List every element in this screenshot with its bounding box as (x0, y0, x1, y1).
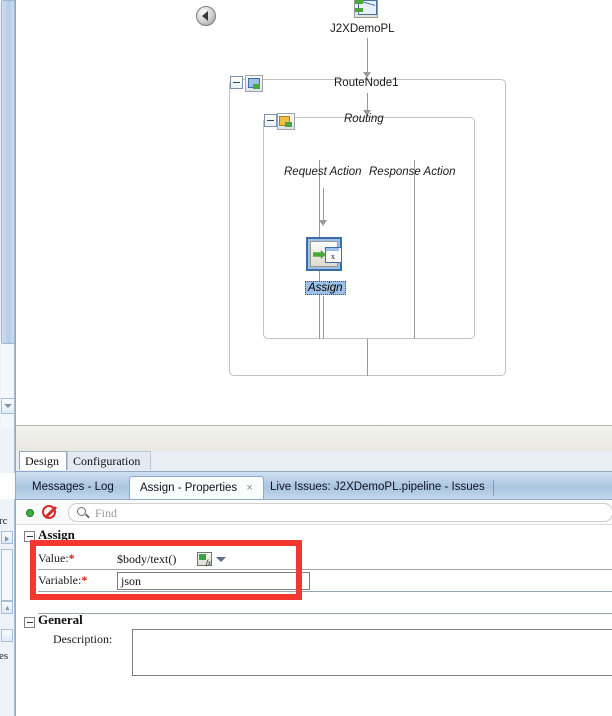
connector-assign-down (323, 296, 324, 339)
variable-required-mark: * (81, 573, 88, 587)
tab-design[interactable]: Design (19, 451, 67, 470)
no-entry-icon[interactable] (42, 505, 56, 519)
assign-section-bottom-rule (38, 591, 612, 614)
connector-request-to-assign (323, 188, 324, 224)
scrollbar-thumb[interactable] (1, 0, 15, 344)
request-action-label: Request Action (284, 166, 362, 178)
tab-messages-log[interactable]: Messages - Log (22, 476, 124, 500)
value-label-text: Value: (38, 551, 69, 565)
value-field-text[interactable]: $body/text() (117, 552, 176, 567)
routing-collapse-toggle[interactable] (264, 114, 277, 127)
response-action-label: Response Action (369, 166, 456, 178)
app-window: J2XDemoPL RouteNode1 Routing Request Act… (0, 0, 612, 716)
tab-live-issues[interactable]: Live Issues: J2XDemoPL.pipeline - Issues (260, 476, 495, 500)
column-divider-response (414, 160, 415, 339)
find-input[interactable]: Find (68, 503, 612, 522)
description-label-text: Description: (53, 632, 113, 646)
back-circle-icon[interactable] (196, 6, 216, 26)
route-node-label: RouteNode1 (334, 77, 399, 89)
route-node-icon[interactable] (245, 75, 263, 92)
general-section-header: General (38, 612, 83, 627)
variable-label: Variable:* (38, 573, 87, 588)
close-icon[interactable]: × (246, 477, 252, 499)
assign-section-header: Assign (38, 527, 75, 542)
description-label: Description: (53, 632, 112, 647)
routing-group-box (263, 117, 475, 339)
tab-configuration[interactable]: Configuration (67, 451, 151, 470)
value-label: Value:* (38, 551, 75, 566)
green-status-dot-icon (26, 509, 34, 517)
tab-assign-properties[interactable]: Assign - Properties × (129, 476, 264, 500)
background-fragment-top: rc (0, 515, 8, 527)
view-tab-bar[interactable]: Messages - Log Assign - Properties × Liv… (15, 471, 612, 500)
background-scroll-up-button[interactable] (1, 531, 13, 544)
assign-section-toggle[interactable] (24, 531, 35, 542)
search-icon (77, 507, 86, 516)
connector-service-to-routenode (367, 38, 368, 74)
service-node-label: J2XDemoPL (330, 23, 395, 35)
xquery-function-icon[interactable] (197, 552, 212, 567)
routing-label: Routing (344, 113, 384, 125)
routing-icon[interactable] (277, 113, 295, 130)
scrollbar-trough[interactable] (1, 344, 13, 429)
background-fragment-bottom: es (0, 650, 9, 662)
assign-action-node[interactable]: x (306, 237, 342, 271)
find-placeholder: Find (95, 506, 118, 520)
tab-assign-properties-label: Assign - Properties (140, 482, 238, 494)
connector-routing-bottom (367, 339, 368, 376)
pipeline-diagram-canvas[interactable]: J2XDemoPL RouteNode1 Routing Request Act… (15, 0, 612, 425)
assign-properties-panel: Find Assign Value:* $body/text() Variabl… (15, 499, 612, 716)
background-scroll-down-button[interactable]: ▲ (1, 601, 13, 614)
tab-messages-log-label: Messages - Log (32, 481, 114, 493)
value-required-mark: * (68, 551, 75, 565)
tab-bar-separator (493, 480, 494, 496)
description-textarea[interactable] (132, 629, 612, 676)
find-toolbar: Find (16, 500, 612, 525)
scrollbar-down-arrow[interactable] (1, 398, 15, 414)
canvas-vertical-scrollbar[interactable] (0, 0, 15, 473)
tab-live-issues-label: Live Issues: J2XDemoPL.pipeline - Issues (270, 481, 485, 493)
chevron-down-icon[interactable] (216, 557, 226, 562)
editor-tab-bar[interactable]: Design Configuration (15, 451, 612, 471)
background-panel-button[interactable] (1, 629, 13, 642)
variable-input[interactable]: json (117, 572, 310, 590)
envelope-service-icon[interactable] (354, 0, 378, 19)
general-section-toggle[interactable] (24, 617, 35, 628)
canvas-status-bar: Zoom: 100 (15, 425, 612, 452)
variable-label-text: Variable: (38, 573, 82, 587)
background-scroll-trough[interactable] (1, 549, 13, 601)
route-node-collapse-toggle[interactable] (230, 76, 243, 89)
arrowhead-assign (319, 220, 327, 226)
assign-node-label[interactable]: Assign (305, 281, 346, 295)
